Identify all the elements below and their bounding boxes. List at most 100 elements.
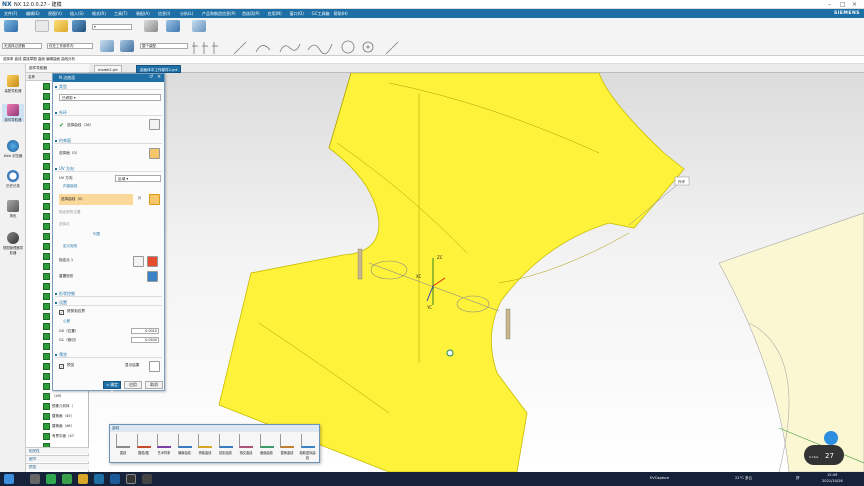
- visibility-checkbox[interactable]: [43, 323, 50, 330]
- tab-active-part[interactable]: 曲面体中工作部件1.prt: [136, 65, 182, 73]
- table-row[interactable]: 有界平面（47: [52, 434, 74, 439]
- reset-rect-icon[interactable]: [147, 271, 158, 282]
- clock-time[interactable]: 15:49: [827, 473, 837, 477]
- n-sided-surface[interactable]: [218, 73, 685, 472]
- apply-button[interactable]: 应用: [124, 381, 142, 389]
- visibility-checkbox[interactable]: [43, 313, 50, 320]
- toolbox-tool[interactable]: 桥接曲线: [196, 434, 214, 455]
- plane-icon[interactable]: [192, 20, 206, 32]
- outer-curves-label[interactable]: 选择曲线（16）: [67, 123, 93, 128]
- menu-item[interactable]: GC工具箱: [312, 11, 330, 17]
- visibility-checkbox[interactable]: [43, 213, 50, 220]
- section-preview[interactable]: 预览: [55, 351, 162, 358]
- visibility-checkbox[interactable]: [43, 93, 50, 100]
- visibility-checkbox[interactable]: [43, 183, 50, 190]
- visibility-checkbox[interactable]: [43, 263, 50, 270]
- assembly-select[interactable]: 整个装配: [140, 43, 188, 49]
- minimize-icon[interactable]: –: [828, 1, 831, 8]
- toolbox-tool[interactable]: 艺术样条: [155, 434, 173, 455]
- tab-model2[interactable]: model2.prt: [94, 65, 122, 73]
- menu-item[interactable]: 文件(F): [4, 11, 17, 17]
- explorer-icon[interactable]: [78, 474, 88, 484]
- inner-curves-select[interactable]: 选择曲线（0）: [59, 194, 133, 205]
- section-shape-control[interactable]: 形状控制: [55, 290, 162, 297]
- save-icon[interactable]: [72, 20, 86, 32]
- visibility-checkbox[interactable]: [43, 203, 50, 210]
- close-icon[interactable]: ×: [852, 1, 857, 8]
- cancel-button[interactable]: 取消: [145, 381, 163, 389]
- resource-assembly[interactable]: 装配导航器: [2, 75, 24, 93]
- visibility-checkbox[interactable]: [43, 233, 50, 240]
- visibility-checkbox[interactable]: [43, 253, 50, 260]
- visibility-checkbox[interactable]: [43, 153, 50, 160]
- toolbox-tool[interactable]: 圆弧/圆: [135, 434, 153, 455]
- visibility-checkbox[interactable]: [43, 303, 50, 310]
- visibility-checkbox[interactable]: [43, 413, 50, 420]
- start-icon[interactable]: [4, 474, 14, 484]
- section-constraint[interactable]: 约束面: [55, 137, 162, 144]
- footer-dependencies[interactable]: 相关性: [26, 447, 89, 454]
- notification-bubble[interactable]: [824, 431, 838, 445]
- menu-item[interactable]: 插入(S): [70, 11, 84, 17]
- type-select[interactable]: 已修剪 ▾: [59, 94, 161, 101]
- g0-field[interactable]: 0.0010: [131, 328, 159, 334]
- visibility-checkbox[interactable]: [43, 433, 50, 440]
- table-row[interactable]: 镜像几何体（: [52, 404, 73, 409]
- sketch-icon[interactable]: [4, 20, 18, 32]
- table-row[interactable]: 替换面（45）: [52, 414, 74, 419]
- visibility-checkbox[interactable]: [43, 293, 50, 300]
- new-icon[interactable]: [35, 20, 49, 32]
- menu-item[interactable]: 帮助(H): [334, 11, 348, 17]
- extrude-icon[interactable]: [144, 20, 158, 32]
- edge-icon[interactable]: [110, 474, 120, 484]
- visibility-checkbox[interactable]: [43, 143, 50, 150]
- terminal-icon[interactable]: [126, 474, 136, 484]
- filter-select[interactable]: 无选择过滤器: [2, 43, 42, 49]
- menu-item[interactable]: 应用(N): [268, 11, 282, 17]
- toolbox-tool[interactable]: 偏置曲线: [176, 434, 194, 455]
- pivot-point-icon[interactable]: [446, 349, 454, 357]
- clock-date[interactable]: 2021/10/26: [822, 479, 843, 483]
- resource-web[interactable]: Web 浏览器: [2, 140, 24, 158]
- box-icon[interactable]: [120, 40, 134, 52]
- resource-roles[interactable]: 角色: [2, 200, 24, 218]
- clear-icon[interactable]: ✕: [137, 195, 142, 202]
- toolbox-tool[interactable]: 相交曲线: [237, 434, 255, 455]
- menu-item[interactable]: 工具(T): [114, 11, 128, 17]
- visibility-checkbox[interactable]: [43, 383, 50, 390]
- toolbox-tool[interactable]: 抽取虚拟曲线: [299, 434, 317, 460]
- footer-details[interactable]: 细节: [26, 455, 89, 462]
- visibility-checkbox[interactable]: [43, 223, 50, 230]
- magnifier-icon[interactable]: [149, 361, 160, 372]
- visibility-checkbox[interactable]: [43, 393, 50, 400]
- uv-direction-select[interactable]: 区域 ▾: [115, 175, 161, 182]
- search-icon[interactable]: [30, 474, 40, 484]
- visibility-checkbox[interactable]: [43, 423, 50, 430]
- list-toggle[interactable]: 列表: [93, 232, 100, 237]
- menu-item[interactable]: 格式(R): [92, 11, 106, 17]
- table-row[interactable]: 替换面（46）: [52, 424, 74, 429]
- section-settings[interactable]: 设置: [55, 299, 162, 306]
- menu-item[interactable]: 装配(A): [136, 11, 150, 17]
- visibility-checkbox[interactable]: [43, 173, 50, 180]
- taskbar-app-label[interactable]: EVCapture: [650, 476, 669, 480]
- visibility-checkbox[interactable]: [43, 163, 50, 170]
- snap-select[interactable]: ▾: [92, 24, 132, 30]
- toolbox-tool[interactable]: 直线: [114, 434, 132, 455]
- preview-checkbox[interactable]: ✓: [59, 364, 64, 369]
- visibility-checkbox[interactable]: [43, 83, 50, 90]
- point-snap-icon[interactable]: [147, 256, 158, 267]
- toolbox-tool[interactable]: 截面曲线: [258, 434, 276, 455]
- trim-boundary-checkbox[interactable]: ✓: [59, 310, 64, 315]
- menu-item[interactable]: 窗口(O): [290, 11, 304, 17]
- visibility-checkbox[interactable]: [43, 363, 50, 370]
- visibility-checkbox[interactable]: [43, 133, 50, 140]
- curve-tools-strip[interactable]: [190, 38, 420, 56]
- chrome-icon[interactable]: [46, 474, 56, 484]
- table-row[interactable]: （49）: [52, 394, 63, 399]
- menu-item[interactable]: 视图(V): [48, 11, 62, 17]
- media-icon[interactable]: [142, 474, 152, 484]
- menu-item[interactable]: 编辑(E): [26, 11, 40, 17]
- ok-button[interactable]: < 确定 >: [103, 381, 121, 393]
- model-canvas[interactable]: XC YC ZC 外环 27 0.1K/s: [89, 73, 864, 472]
